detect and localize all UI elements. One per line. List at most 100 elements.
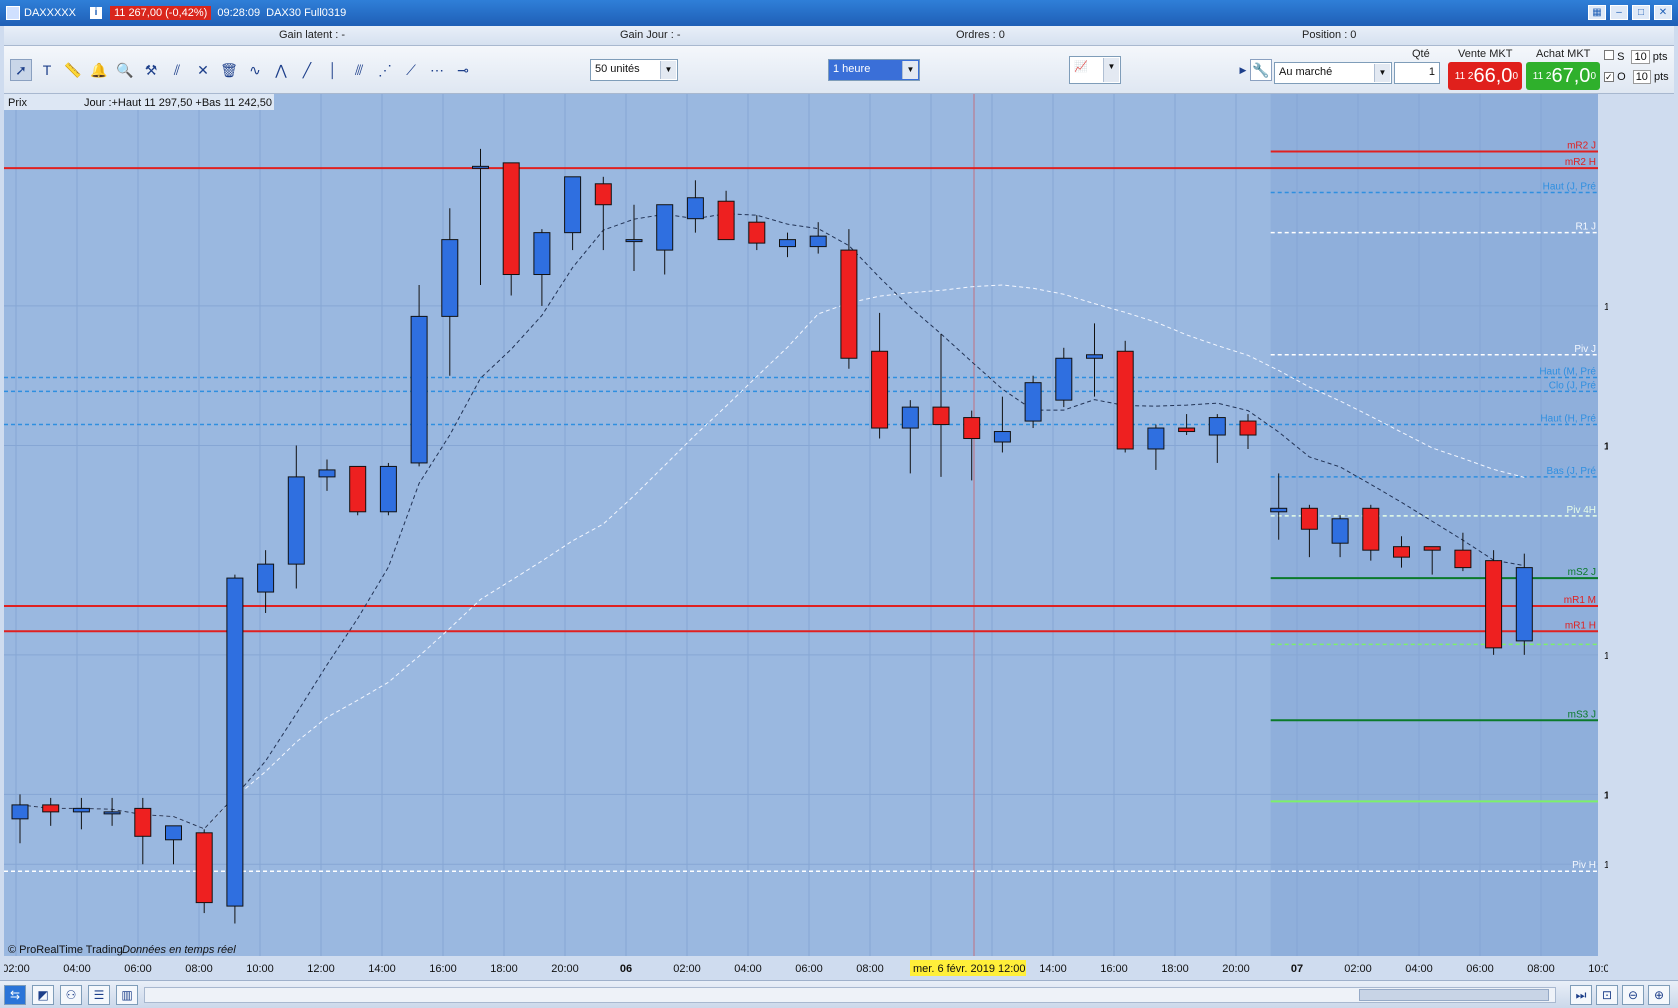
buy-market-button[interactable]: 11 267,00 bbox=[1526, 62, 1600, 90]
x-tick-label: 06 bbox=[620, 963, 632, 975]
price-chart[interactable]: mR2 J11 384,25mR2 H11 379,50Haut (J, Pré… bbox=[4, 94, 1608, 980]
qty-label: Qté bbox=[1412, 48, 1430, 60]
ruler-icon[interactable]: 📏 bbox=[62, 59, 84, 81]
trash-icon[interactable]: 🗑 bbox=[218, 59, 240, 81]
chevron-down-icon: ▼ bbox=[660, 61, 676, 79]
collapse-arrow-icon[interactable]: ▶ bbox=[1238, 59, 1248, 81]
trendline-icon[interactable]: ╱ bbox=[296, 59, 318, 81]
candle-body bbox=[195, 832, 213, 904]
chart-scrollbar[interactable] bbox=[144, 987, 1556, 1003]
day-high-low: Jour :+Haut 11 297,50 +Bas 11 242,50 bbox=[84, 97, 272, 109]
regression-icon[interactable]: ⟋ bbox=[400, 59, 422, 81]
horizontal-line-icon[interactable]: ⊸ bbox=[452, 59, 474, 81]
list-icon[interactable]: ☰ bbox=[88, 985, 110, 1005]
objective-label: O bbox=[1617, 71, 1626, 83]
crosshair-tool-icon[interactable]: ✕ bbox=[192, 59, 214, 81]
share-icon[interactable]: ⇆ bbox=[4, 985, 26, 1005]
candle-body bbox=[871, 350, 889, 429]
order-type-value: Au marché bbox=[1279, 66, 1333, 78]
chevron-down-icon: ▼ bbox=[1103, 58, 1119, 82]
stop-label: S bbox=[1617, 51, 1625, 63]
stop-pts-input[interactable]: 10 bbox=[1631, 50, 1650, 64]
wave-tool-icon[interactable]: ∿ bbox=[244, 59, 266, 81]
symbol-name[interactable]: DAXXXXX bbox=[24, 7, 76, 19]
sell-price: 66,0 bbox=[1473, 65, 1513, 87]
maximize-icon[interactable]: □ bbox=[1632, 5, 1650, 20]
layout-icon[interactable]: ▦ bbox=[1588, 5, 1606, 20]
pattern-tool-icon[interactable]: ⋀ bbox=[270, 59, 292, 81]
qty-input[interactable]: 1 bbox=[1394, 62, 1440, 84]
candle-body bbox=[1393, 546, 1410, 558]
gain-latent: Gain latent : - bbox=[279, 29, 346, 41]
status-bar: ⇆ ◩ ⚇ ☰ ▥ ⏭ ⊡ ⊖ ⊕ bbox=[0, 980, 1678, 1008]
candle-body bbox=[410, 315, 428, 464]
x-tick-label: 14:00 bbox=[368, 963, 396, 975]
candle-body bbox=[1208, 417, 1226, 436]
candle-body bbox=[932, 406, 950, 426]
hammer-icon[interactable]: ⚒ bbox=[140, 59, 162, 81]
candle-body bbox=[1300, 507, 1318, 530]
close-icon[interactable]: ✕ bbox=[1654, 5, 1672, 20]
wrench-icon[interactable]: 🔧 bbox=[1250, 59, 1272, 81]
orders-count[interactable]: Ordres : 0 bbox=[956, 29, 1005, 41]
cycle-icon[interactable]: ⋯ bbox=[426, 59, 448, 81]
candle-body bbox=[1024, 382, 1042, 422]
scrollbar-thumb[interactable] bbox=[1359, 989, 1549, 1001]
sell-sup: 0 bbox=[1512, 71, 1518, 82]
objective-pts-input[interactable]: 10 bbox=[1632, 70, 1651, 84]
candle-body bbox=[165, 825, 182, 841]
pointer-icon[interactable]: ➚ bbox=[10, 59, 32, 81]
order-type-select[interactable]: Au marché ▼ bbox=[1274, 62, 1392, 84]
drawing-toolbar: ➚ T 📏 🔔 🔍 ⚒ ⫽ ✕ 🗑 ∿ ⋀ ╱ │ ⫻ ⋰ ⟋ ⋯ ⊸ 50 u… bbox=[4, 46, 1242, 94]
candle-body bbox=[809, 235, 827, 248]
candle-body bbox=[42, 804, 60, 813]
objective-checkbox[interactable]: ✓ bbox=[1604, 72, 1614, 82]
level-label: Piv H bbox=[1572, 860, 1596, 871]
sell-label: Vente MKT bbox=[1458, 48, 1513, 60]
stop-checkbox[interactable] bbox=[1604, 50, 1614, 60]
link-icon[interactable]: ⚇ bbox=[60, 985, 82, 1005]
text-tool-icon[interactable]: T bbox=[36, 59, 58, 81]
x-tick-label: 12:00 bbox=[307, 963, 335, 975]
x-tick-label: 07 bbox=[1291, 963, 1303, 975]
info-icon[interactable]: i bbox=[89, 7, 102, 19]
buy-prefix: 11 2 bbox=[1532, 71, 1552, 82]
level-label: Piv 4H bbox=[1567, 505, 1596, 516]
x-tick-label: 04:00 bbox=[1405, 963, 1433, 975]
scroll-end-icon[interactable]: ⏭ bbox=[1570, 985, 1592, 1005]
x-tick-label: 18:00 bbox=[490, 963, 518, 975]
candle-body bbox=[287, 476, 305, 565]
fan-icon[interactable]: ⋰ bbox=[374, 59, 396, 81]
level-label: Clo (J, Pré bbox=[1549, 380, 1597, 391]
candle-body bbox=[226, 577, 244, 907]
candle-body bbox=[840, 249, 858, 359]
x-tick-label: 08:00 bbox=[856, 963, 884, 975]
timeframe-value: 1 heure bbox=[833, 63, 871, 75]
level-label: Haut (J, Pré bbox=[1543, 182, 1597, 193]
buy-label: Achat MKT bbox=[1536, 48, 1591, 60]
alert-bell-icon[interactable]: 🔔 bbox=[88, 59, 110, 81]
level-label: Piv J bbox=[1574, 344, 1596, 355]
window-titlebar: DAXXXXX i 11 267,00 (-0,42%) 09:28:09 DA… bbox=[0, 0, 1678, 26]
units-select[interactable]: 50 unités ▼ bbox=[590, 59, 678, 81]
today-zone bbox=[1270, 94, 1598, 956]
timeframe-select[interactable]: 1 heure ▼ bbox=[828, 59, 920, 81]
fibonacci-icon[interactable]: ⫽ bbox=[166, 59, 188, 81]
stop-pts-label: pts bbox=[1652, 51, 1668, 63]
sell-market-button[interactable]: 11 266,00 bbox=[1448, 62, 1522, 90]
indicator-icon[interactable]: ▥ bbox=[116, 985, 138, 1005]
prix-label[interactable]: Prix bbox=[8, 97, 27, 109]
position-count[interactable]: Position : 0 bbox=[1302, 29, 1356, 41]
zoom-in-icon[interactable]: ⊕ bbox=[1648, 985, 1670, 1005]
zoom-out-icon[interactable]: ⊖ bbox=[1622, 985, 1644, 1005]
zoom-icon[interactable]: 🔍 bbox=[114, 59, 136, 81]
zoom-fit-icon[interactable]: ⊡ bbox=[1596, 985, 1618, 1005]
minimize-icon[interactable]: – bbox=[1610, 5, 1628, 20]
chart-type-select[interactable]: 📈 ▼ bbox=[1069, 56, 1121, 84]
candle-body bbox=[779, 239, 796, 248]
x-tick-label: 20:00 bbox=[1222, 963, 1250, 975]
fullscreen-icon[interactable]: ◩ bbox=[32, 985, 54, 1005]
channel-icon[interactable]: ⫻ bbox=[348, 59, 370, 81]
candle-body bbox=[1178, 427, 1196, 433]
vertical-line-icon[interactable]: │ bbox=[322, 59, 344, 81]
